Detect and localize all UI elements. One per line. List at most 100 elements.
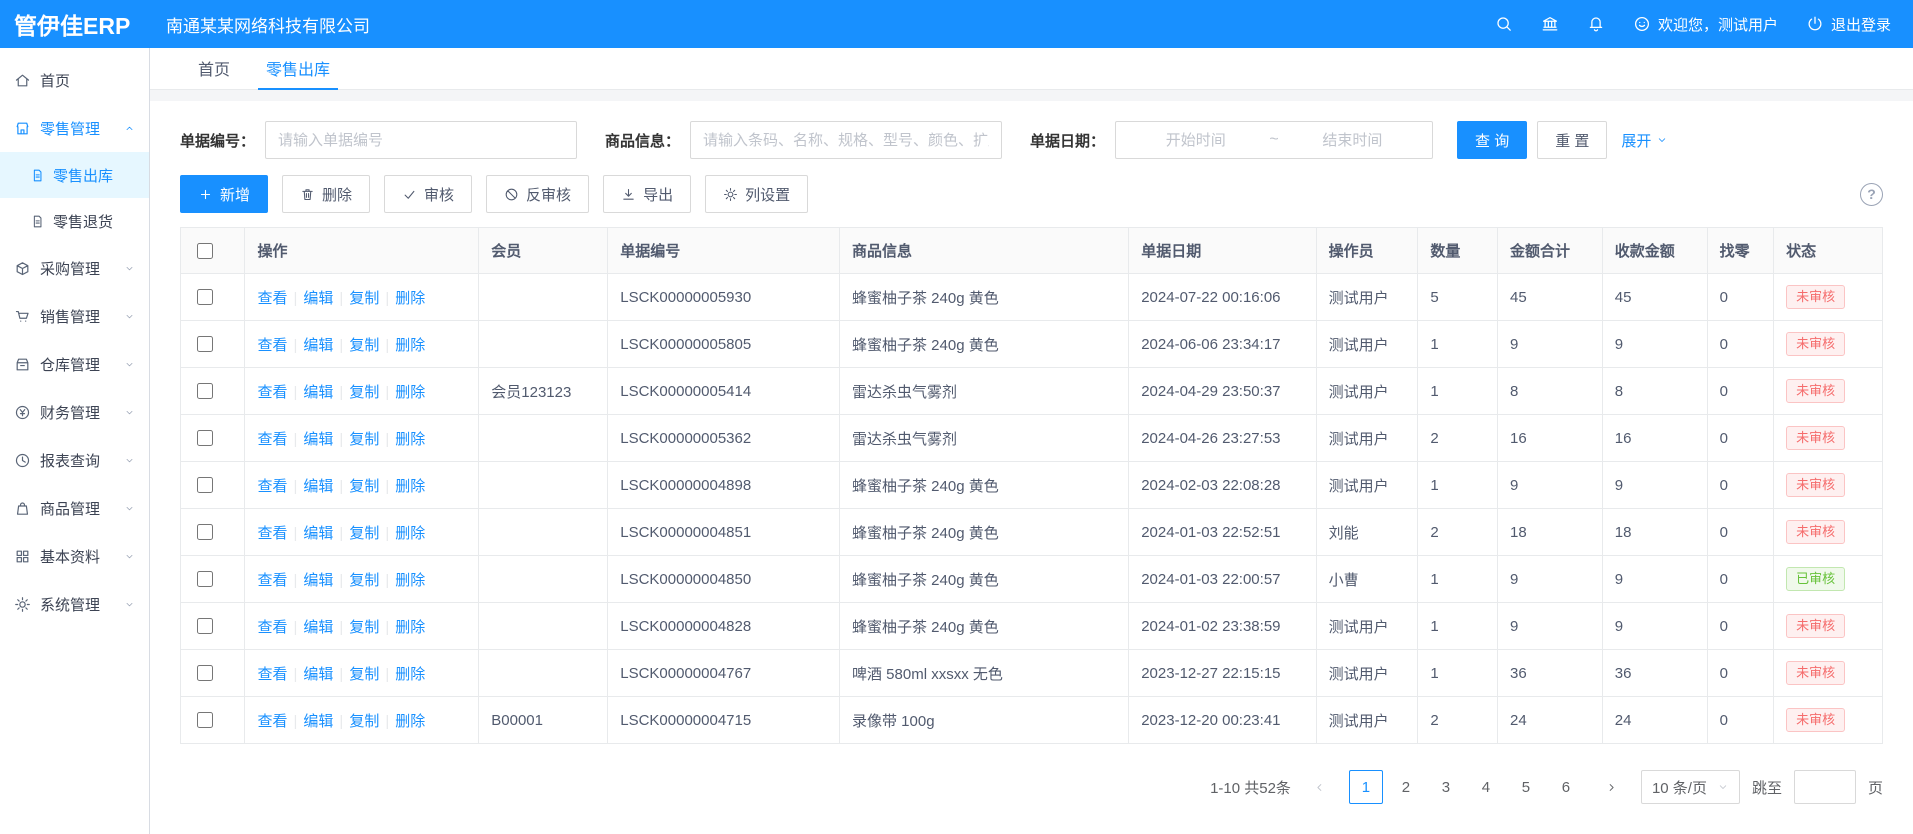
page-size-select[interactable]: 10 条/页 bbox=[1641, 770, 1740, 804]
view-link[interactable]: 查看 bbox=[257, 619, 287, 636]
export-button[interactable]: 导出 bbox=[603, 175, 691, 213]
copy-link[interactable]: 复制 bbox=[349, 431, 379, 448]
delete-link[interactable]: 删除 bbox=[395, 572, 425, 589]
user-welcome[interactable]: 欢迎您，测试用户 bbox=[1633, 14, 1778, 35]
copy-link[interactable]: 复制 bbox=[349, 619, 379, 636]
row-checkbox[interactable] bbox=[197, 289, 213, 305]
select-all-checkbox[interactable] bbox=[197, 243, 213, 259]
page-button-5[interactable]: 5 bbox=[1509, 770, 1543, 804]
edit-link[interactable]: 编辑 bbox=[303, 431, 333, 448]
delete-link[interactable]: 删除 bbox=[395, 666, 425, 683]
view-link[interactable]: 查看 bbox=[257, 337, 287, 354]
next-page-button[interactable] bbox=[1595, 770, 1629, 804]
copy-link[interactable]: 复制 bbox=[349, 666, 379, 683]
sidebar-subitem-retail-outbound[interactable]: 零售出库 bbox=[0, 152, 149, 198]
view-link[interactable]: 查看 bbox=[257, 478, 287, 495]
sidebar-item-finance[interactable]: 财务管理 bbox=[0, 388, 149, 436]
sidebar-item-report[interactable]: 报表查询 bbox=[0, 436, 149, 484]
delete-link[interactable]: 删除 bbox=[395, 290, 425, 307]
row-checkbox[interactable] bbox=[197, 618, 213, 634]
sidebar-item-basic[interactable]: 基本资料 bbox=[0, 532, 149, 580]
sidebar-item-goods[interactable]: 商品管理 bbox=[0, 484, 149, 532]
sidebar-item-retail[interactable]: 零售管理 bbox=[0, 104, 149, 152]
status-cell: 未审核 bbox=[1774, 650, 1883, 697]
delete-link[interactable]: 删除 bbox=[395, 478, 425, 495]
row-checkbox[interactable] bbox=[197, 336, 213, 352]
edit-link[interactable]: 编辑 bbox=[303, 290, 333, 307]
sidebar-item-warehouse[interactable]: 仓库管理 bbox=[0, 340, 149, 388]
goods-label: 商品信息： bbox=[605, 130, 680, 151]
copy-link[interactable]: 复制 bbox=[349, 384, 379, 401]
copy-link[interactable]: 复制 bbox=[349, 713, 379, 730]
edit-link[interactable]: 编辑 bbox=[303, 384, 333, 401]
delete-link[interactable]: 删除 bbox=[395, 337, 425, 354]
sidebar-subitem-retail-return[interactable]: 零售退货 bbox=[0, 198, 149, 244]
view-link[interactable]: 查看 bbox=[257, 713, 287, 730]
date-range-picker[interactable]: ~ bbox=[1115, 121, 1433, 159]
delete-link[interactable]: 删除 bbox=[395, 525, 425, 542]
page-button-6[interactable]: 6 bbox=[1549, 770, 1583, 804]
add-button[interactable]: 新增 bbox=[180, 175, 268, 213]
edit-link[interactable]: 编辑 bbox=[303, 478, 333, 495]
copy-link[interactable]: 复制 bbox=[349, 290, 379, 307]
row-checkbox[interactable] bbox=[197, 712, 213, 728]
trash-icon bbox=[300, 187, 315, 202]
delete-link[interactable]: 删除 bbox=[395, 619, 425, 636]
page-button-4[interactable]: 4 bbox=[1469, 770, 1503, 804]
sidebar-item-system[interactable]: 系统管理 bbox=[0, 580, 149, 628]
bell-icon[interactable] bbox=[1587, 15, 1605, 33]
view-link[interactable]: 查看 bbox=[257, 525, 287, 542]
reset-button[interactable]: 重 置 bbox=[1537, 121, 1607, 159]
row-checkbox[interactable] bbox=[197, 430, 213, 446]
delete-button[interactable]: 删除 bbox=[282, 175, 370, 213]
date-end-input[interactable] bbox=[1283, 131, 1422, 150]
delete-link[interactable]: 删除 bbox=[395, 384, 425, 401]
row-checkbox[interactable] bbox=[197, 477, 213, 493]
copy-link[interactable]: 复制 bbox=[349, 525, 379, 542]
edit-link[interactable]: 编辑 bbox=[303, 713, 333, 730]
audit-button[interactable]: 审核 bbox=[384, 175, 472, 213]
page-button-3[interactable]: 3 bbox=[1429, 770, 1463, 804]
copy-link[interactable]: 复制 bbox=[349, 572, 379, 589]
view-link[interactable]: 查看 bbox=[257, 290, 287, 307]
search-icon[interactable] bbox=[1495, 15, 1513, 33]
search-button[interactable]: 查 询 bbox=[1457, 121, 1527, 159]
row-checkbox[interactable] bbox=[197, 383, 213, 399]
row-checkbox[interactable] bbox=[197, 524, 213, 540]
view-link[interactable]: 查看 bbox=[257, 572, 287, 589]
view-link[interactable]: 查看 bbox=[257, 431, 287, 448]
edit-link[interactable]: 编辑 bbox=[303, 666, 333, 683]
link-separator: | bbox=[294, 384, 298, 401]
view-link[interactable]: 查看 bbox=[257, 384, 287, 401]
help-icon[interactable]: ? bbox=[1860, 183, 1883, 206]
sidebar-item-sales[interactable]: 销售管理 bbox=[0, 292, 149, 340]
goods-input[interactable] bbox=[690, 121, 1002, 159]
expand-link[interactable]: 展开 bbox=[1621, 130, 1668, 151]
page-button-2[interactable]: 2 bbox=[1389, 770, 1423, 804]
prev-page-button[interactable] bbox=[1303, 770, 1337, 804]
bank-icon[interactable] bbox=[1541, 15, 1559, 33]
view-link[interactable]: 查看 bbox=[257, 666, 287, 683]
copy-link[interactable]: 复制 bbox=[349, 337, 379, 354]
date-start-input[interactable] bbox=[1126, 131, 1265, 150]
unaudit-button[interactable]: 反审核 bbox=[486, 175, 589, 213]
column-settings-button[interactable]: 列设置 bbox=[705, 175, 808, 213]
page-button-1[interactable]: 1 bbox=[1349, 770, 1383, 804]
edit-link[interactable]: 编辑 bbox=[303, 572, 333, 589]
edit-link[interactable]: 编辑 bbox=[303, 337, 333, 354]
bill-no-input[interactable] bbox=[265, 121, 577, 159]
tab-home[interactable]: 首页 bbox=[180, 48, 248, 89]
sidebar-item-home[interactable]: 首页 bbox=[0, 56, 149, 104]
row-checkbox[interactable] bbox=[197, 665, 213, 681]
copy-link[interactable]: 复制 bbox=[349, 478, 379, 495]
sidebar-item-purchase[interactable]: 采购管理 bbox=[0, 244, 149, 292]
edit-link[interactable]: 编辑 bbox=[303, 525, 333, 542]
jump-input[interactable] bbox=[1794, 770, 1856, 804]
delete-link[interactable]: 删除 bbox=[395, 713, 425, 730]
column-header-10: 状态 bbox=[1774, 228, 1883, 274]
logout-button[interactable]: 退出登录 bbox=[1806, 14, 1891, 35]
tab-retail-outbound[interactable]: 零售出库 bbox=[248, 48, 348, 89]
edit-link[interactable]: 编辑 bbox=[303, 619, 333, 636]
delete-link[interactable]: 删除 bbox=[395, 431, 425, 448]
row-checkbox[interactable] bbox=[197, 571, 213, 587]
